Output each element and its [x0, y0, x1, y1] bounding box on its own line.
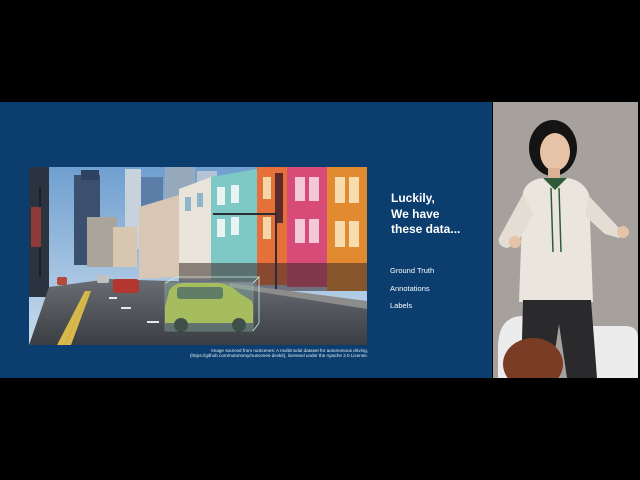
term-ground-truth: Ground Truth: [390, 266, 435, 275]
caption-line-2: (https://github.com/nutonomy/nuscenes-de…: [190, 353, 368, 359]
video-frame: Image sourced from nuScenes: A multimoda…: [0, 0, 640, 480]
slide-term-list: Ground Truth Annotations Labels: [390, 267, 485, 320]
term-labels: Labels: [390, 301, 413, 310]
headline-line-1: Luckily,: [391, 191, 435, 205]
presentation-slide: Image sourced from nuScenes: A multimoda…: [0, 102, 492, 378]
street-scene-illustration: [29, 167, 367, 345]
presenter-illustration: [493, 102, 638, 378]
headline-line-3: these data...: [391, 222, 461, 236]
street-photo: [29, 167, 367, 345]
slide-headline: Luckily, We have these data...: [391, 191, 486, 238]
speaker-video-inset: [493, 102, 638, 378]
headline-line-2: We have: [391, 206, 440, 221]
image-credit-caption: Image sourced from nuScenes: A multimoda…: [180, 348, 368, 359]
term-annotations: Annotations: [390, 283, 430, 293]
